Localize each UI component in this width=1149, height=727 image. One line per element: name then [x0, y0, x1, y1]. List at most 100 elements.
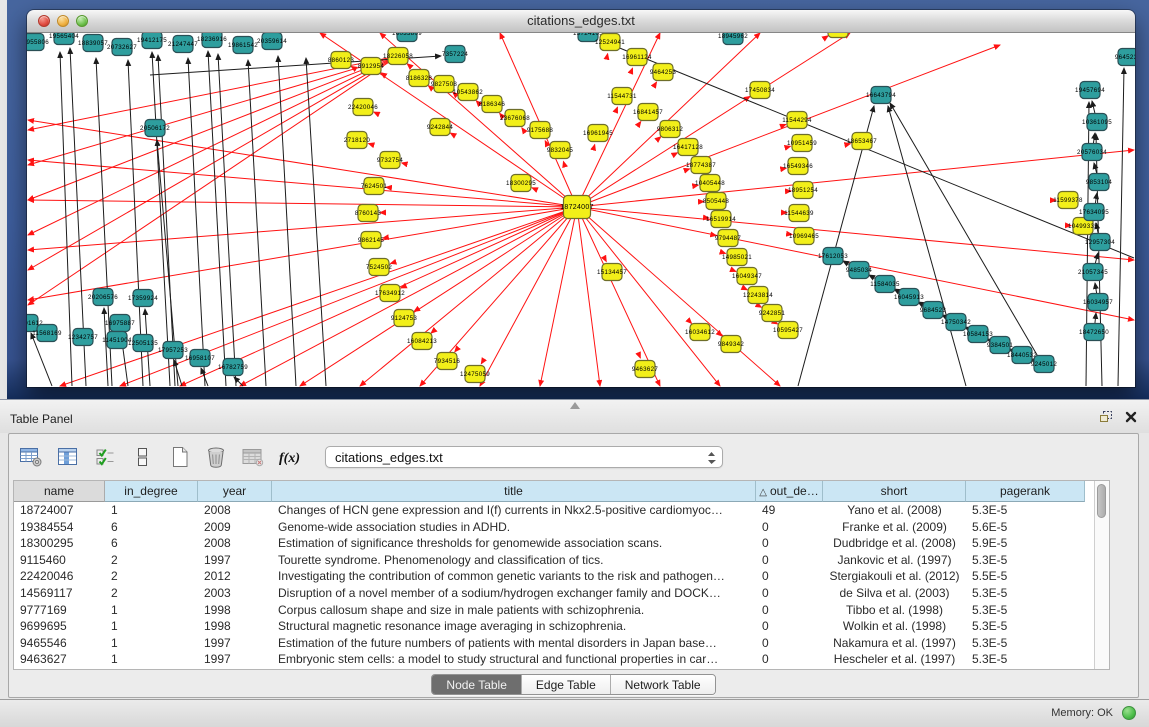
- delete-icon[interactable]: [202, 443, 230, 471]
- graph-edge-red[interactable]: [577, 207, 1134, 260]
- table-cell[interactable]: Wolkin et al. (1998): [823, 618, 966, 635]
- graph-edge-red[interactable]: [640, 122, 641, 124]
- graph-edge-red[interactable]: [28, 160, 577, 207]
- graph-edge-red[interactable]: [640, 356, 641, 358]
- graph-edge-red[interactable]: [690, 322, 691, 323]
- minimize-window-button[interactable]: [57, 15, 69, 27]
- table-cell[interactable]: 6: [105, 519, 198, 536]
- table-cell[interactable]: 18724007: [14, 502, 105, 519]
- graph-edge-red[interactable]: [351, 66, 353, 67]
- table-cell[interactable]: 1: [105, 602, 198, 619]
- panel-splitter-handle[interactable]: [570, 402, 580, 409]
- graph-edge-red[interactable]: [407, 64, 409, 65]
- graph-edge-black[interactable]: [158, 55, 175, 386]
- tab-node-table[interactable]: Node Table: [432, 675, 521, 694]
- table-cell[interactable]: 0: [756, 519, 823, 536]
- table-row[interactable]: 1872400712008Changes of HCN gene express…: [14, 502, 1094, 519]
- network-graph[interactable]: 2095580619565404188390572073262719412175…: [27, 33, 1135, 387]
- table-cell[interactable]: 9115460: [14, 552, 105, 569]
- graph-edge-black[interactable]: [218, 54, 236, 386]
- graph-edge-black[interactable]: [306, 58, 326, 386]
- table-cell[interactable]: 5.3E-5: [966, 602, 1085, 619]
- table-cell[interactable]: Dudbridge et al. (2008): [823, 535, 966, 552]
- table-row[interactable]: 977716911998Corpus callosum shape and si…: [14, 602, 1094, 619]
- close-panel-icon[interactable]: [1125, 411, 1137, 423]
- column-header-name[interactable]: name: [14, 481, 105, 502]
- table-cell[interactable]: Estimation of the future numbers of pati…: [272, 635, 756, 652]
- table-cell[interactable]: 9777169: [14, 602, 105, 619]
- table-cell[interactable]: de Silva et al. (2003): [823, 585, 966, 602]
- table-row[interactable]: 1830029562008Estimation of significance …: [14, 535, 1094, 552]
- table-cell[interactable]: Genome-wide association studies in ADHD.: [272, 519, 756, 536]
- table-cell[interactable]: 5.3E-5: [966, 502, 1085, 519]
- table-row[interactable]: 969969511998Structural magnetic resonanc…: [14, 618, 1094, 635]
- table-cell[interactable]: 2: [105, 585, 198, 602]
- table-cell[interactable]: 1: [105, 635, 198, 652]
- table-row[interactable]: 2242004622012Investigating the contribut…: [14, 568, 1094, 585]
- graph-edge-red[interactable]: [577, 207, 660, 386]
- table-cell[interactable]: 1998: [198, 602, 272, 619]
- select-columns-icon[interactable]: [91, 443, 119, 471]
- table-cell[interactable]: 5.5E-5: [966, 568, 1085, 585]
- column-header-out_de[interactable]: △out_de…: [756, 481, 823, 502]
- graph-edge-red[interactable]: [428, 86, 430, 87]
- graph-edge-red[interactable]: [577, 207, 720, 386]
- table-columns-icon[interactable]: [54, 443, 82, 471]
- table-cell[interactable]: 2: [105, 568, 198, 585]
- table-cell[interactable]: 0: [756, 535, 823, 552]
- graph-edge-black[interactable]: [888, 106, 966, 386]
- table-settings-icon[interactable]: [17, 443, 45, 471]
- table-cell[interactable]: Tibbo et al. (1998): [823, 602, 966, 619]
- table-cell[interactable]: 5.6E-5: [966, 519, 1085, 536]
- close-window-button[interactable]: [38, 15, 50, 27]
- tab-network-table[interactable]: Network Table: [610, 675, 715, 694]
- graph-edge-red[interactable]: [401, 287, 403, 288]
- tab-edge-table[interactable]: Edge Table: [521, 675, 610, 694]
- graph-edge-red[interactable]: [455, 350, 456, 352]
- graph-node[interactable]: [828, 33, 848, 38]
- table-cell[interactable]: 2: [105, 552, 198, 569]
- table-cell[interactable]: Changes of HCN gene expression and I(f) …: [272, 502, 756, 519]
- table-cell[interactable]: 5.3E-5: [966, 618, 1085, 635]
- column-header-in_degree[interactable]: in_degree: [105, 481, 198, 502]
- table-scrollbar-thumb[interactable]: [1097, 484, 1106, 518]
- table-cell[interactable]: Hescheler et al. (1997): [823, 651, 966, 668]
- table-cell[interactable]: Disruption of a novel member of a sodium…: [272, 585, 756, 602]
- table-cell[interactable]: 0: [756, 552, 823, 569]
- network-canvas[interactable]: 2095580619565404188390572073262719412175…: [27, 33, 1135, 387]
- column-header-short[interactable]: short: [823, 481, 966, 502]
- column-header-year[interactable]: year: [198, 481, 272, 502]
- table-cell[interactable]: Corpus callosum shape and size in male p…: [272, 602, 756, 619]
- table-cell[interactable]: 0: [756, 585, 823, 602]
- graph-edge-red[interactable]: [545, 141, 546, 143]
- table-cell[interactable]: 1: [105, 651, 198, 668]
- table-row[interactable]: 1456911722003Disruption of a novel membe…: [14, 585, 1094, 602]
- graph-edge-red[interactable]: [577, 207, 600, 386]
- row-height-icon[interactable]: [128, 443, 156, 471]
- table-cell[interactable]: 9699695: [14, 618, 105, 635]
- graph-edge-red[interactable]: [734, 271, 736, 272]
- table-cell[interactable]: 5.3E-5: [966, 585, 1085, 602]
- table-cell[interactable]: 2008: [198, 535, 272, 552]
- graph-edge-red[interactable]: [605, 260, 606, 262]
- table-cell[interactable]: 1998: [198, 618, 272, 635]
- table-cell[interactable]: 1: [105, 502, 198, 519]
- new-document-icon[interactable]: [165, 443, 193, 471]
- table-cell[interactable]: 9463627: [14, 651, 105, 668]
- graph-edge-red[interactable]: [655, 82, 656, 84]
- table-cell[interactable]: Yano et al. (2008): [823, 502, 966, 519]
- table-scrollbar[interactable]: [1094, 481, 1109, 669]
- table-cell[interactable]: 0: [756, 651, 823, 668]
- graph-edge-red[interactable]: [776, 323, 778, 324]
- graph-edge-red[interactable]: [617, 107, 618, 109]
- table-row[interactable]: 1938455462009Genome-wide association stu…: [14, 519, 1094, 536]
- table-cell[interactable]: 5.3E-5: [966, 635, 1085, 652]
- table-cell[interactable]: Embryonic stem cells: a model to study s…: [272, 651, 756, 668]
- graph-edge-red[interactable]: [659, 137, 661, 138]
- float-panel-icon[interactable]: [1099, 410, 1113, 423]
- graph-edge-red[interactable]: [632, 68, 633, 70]
- table-cell[interactable]: 5.3E-5: [966, 552, 1085, 569]
- table-cell[interactable]: Investigating the contribution of common…: [272, 568, 756, 585]
- graph-edge-black[interactable]: [1096, 134, 1102, 386]
- graph-edge-red[interactable]: [28, 200, 577, 207]
